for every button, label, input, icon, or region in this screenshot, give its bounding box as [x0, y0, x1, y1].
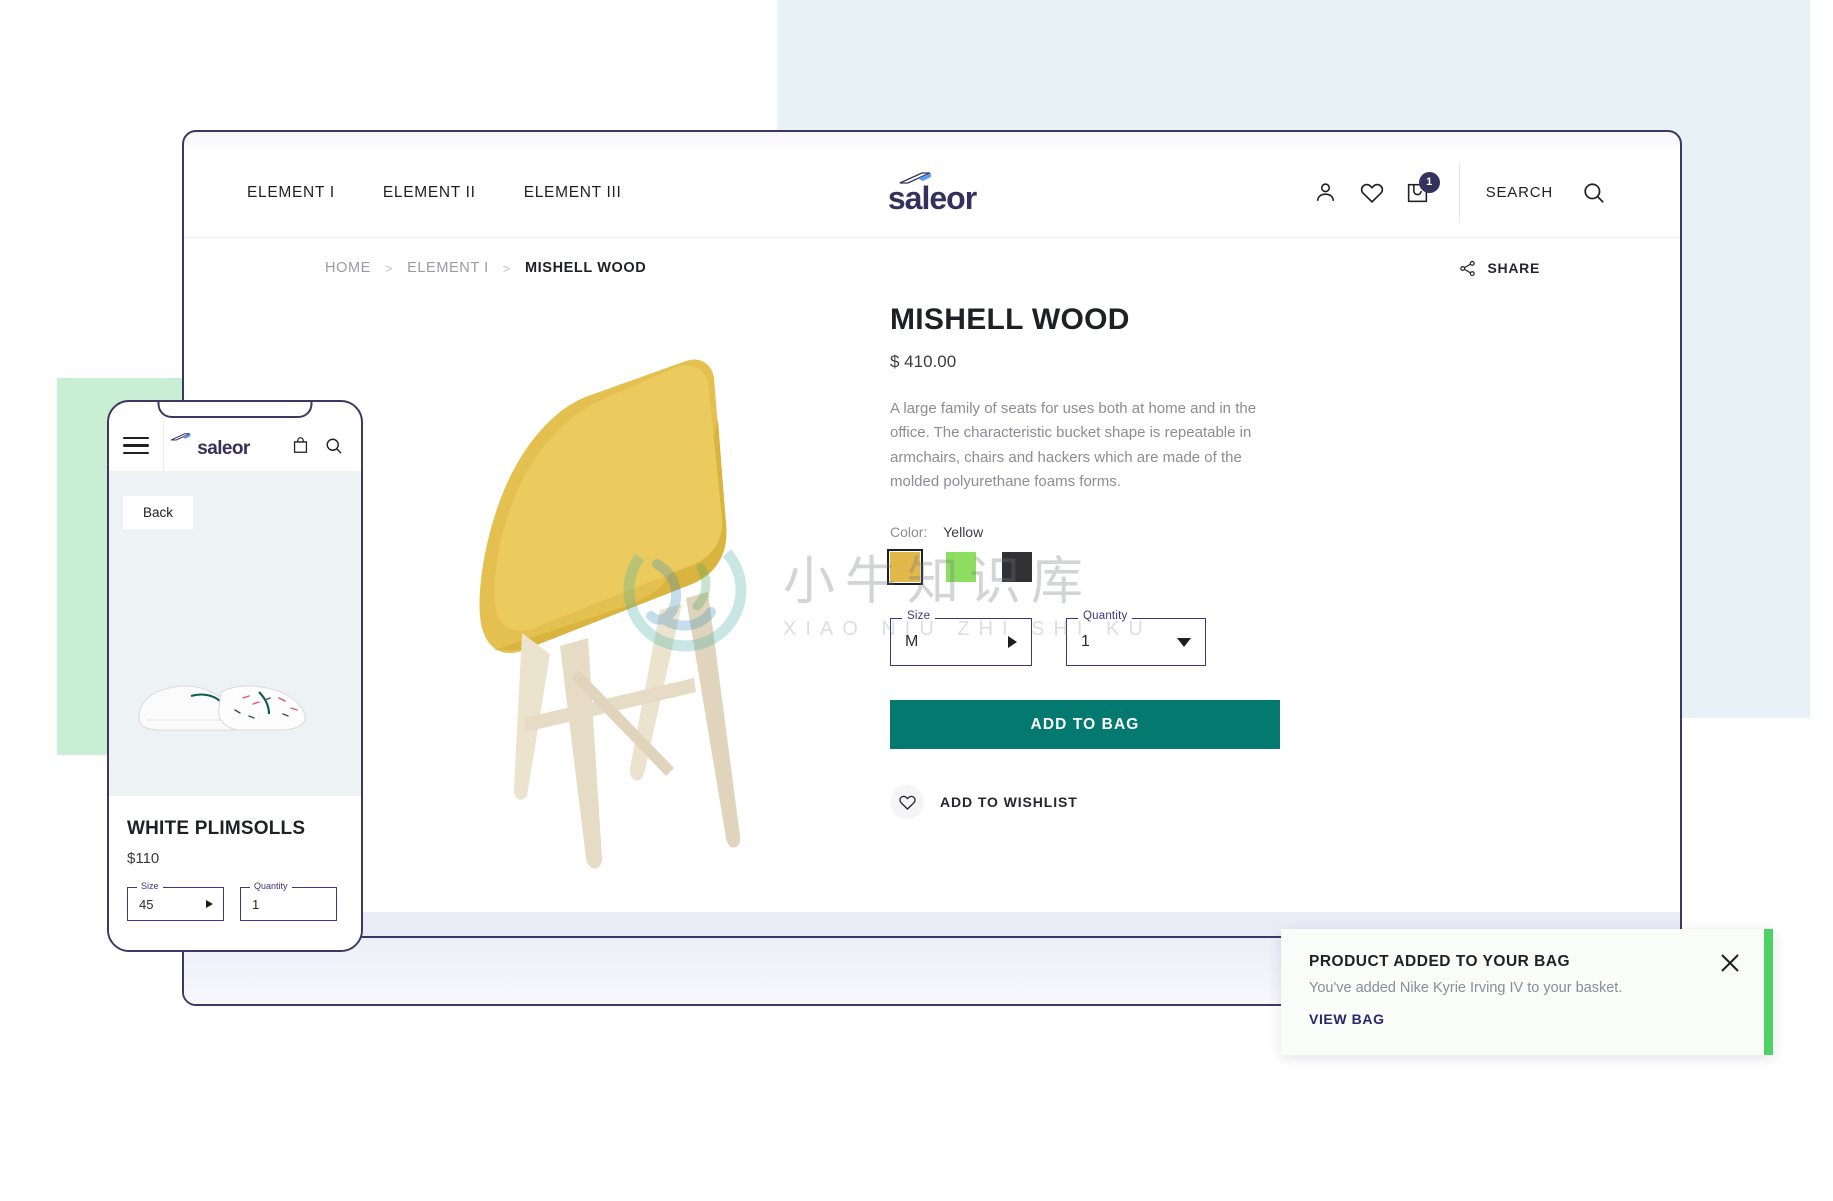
- caret-down-icon: [1177, 637, 1191, 647]
- breadcrumb-item-current: MISHELL WOOD: [525, 260, 647, 276]
- site-header: ELEMENT I ELEMENT II ELEMENT III saleor: [184, 148, 1680, 238]
- wishlist-icon-circle: [890, 785, 924, 820]
- main-navigation: ELEMENT I ELEMENT II ELEMENT III: [247, 184, 622, 202]
- close-icon: [1721, 954, 1739, 972]
- nav-item-element-2[interactable]: ELEMENT II: [383, 184, 476, 202]
- bag-button[interactable]: 1: [1395, 170, 1441, 216]
- color-swatch-dark[interactable]: [1002, 552, 1032, 583]
- mobile-quantity-select[interactable]: Quantity 1: [240, 881, 337, 921]
- phone-notch: [157, 402, 313, 418]
- toast-title: PRODUCT ADDED TO YOUR BAG: [1309, 953, 1571, 970]
- caret-right-icon: [1008, 636, 1017, 649]
- breadcrumb-item-element-1[interactable]: ELEMENT I: [407, 260, 489, 276]
- mobile-header: saleor: [109, 419, 361, 472]
- search-icon: [1584, 182, 1604, 203]
- color-label: Color:: [890, 524, 928, 541]
- search-icon: [326, 438, 342, 454]
- breadcrumb-item-home[interactable]: HOME: [325, 260, 371, 276]
- desktop-viewport: ELEMENT I ELEMENT II ELEMENT III saleor: [184, 148, 1680, 1004]
- header-actions: 1 SEARCH: [1303, 162, 1617, 223]
- mobile-logo[interactable]: saleor: [164, 433, 283, 458]
- variant-selectors: Size M Quantity 1: [890, 610, 1310, 667]
- color-swatch-green[interactable]: [946, 552, 976, 583]
- caret-right-icon: [206, 900, 213, 908]
- product-gallery-image[interactable]: [374, 298, 894, 938]
- view-bag-link[interactable]: VIEW BAG: [1309, 1011, 1385, 1027]
- saleor-parallelogram-mark-icon: [171, 433, 191, 441]
- mobile-product-title: WHITE PLIMSOLLS: [127, 818, 306, 839]
- size-select-value: M: [905, 633, 919, 651]
- header-divider: [1458, 162, 1460, 223]
- breadcrumb-row: HOME > ELEMENT I > MISHELL WOOD SHARE: [184, 238, 1680, 298]
- search-label[interactable]: SEARCH: [1486, 184, 1553, 201]
- wishlist-button[interactable]: [1349, 170, 1395, 216]
- toast-body: PRODUCT ADDED TO YOUR BAG You've added N…: [1281, 929, 1764, 1055]
- toast-message: You've added Nike Kyrie Irving IV to you…: [1309, 980, 1623, 996]
- size-select-label: Size: [902, 610, 936, 623]
- quantity-select-value: 1: [1081, 633, 1090, 651]
- nav-item-element-3[interactable]: ELEMENT III: [524, 184, 622, 202]
- toast-close-button[interactable]: [1718, 951, 1742, 975]
- desktop-browser-mockup: ELEMENT I ELEMENT II ELEMENT III saleor: [182, 130, 1682, 1006]
- nav-item-element-1[interactable]: ELEMENT I: [247, 184, 335, 202]
- add-to-wishlist-button[interactable]: ADD TO WISHLIST: [890, 785, 1310, 820]
- logo-wordmark: saleor: [197, 437, 250, 459]
- mobile-quantity-value: 1: [252, 896, 260, 912]
- mobile-product-price: $110: [127, 850, 160, 867]
- heart-icon: [1360, 183, 1383, 203]
- quantity-select-label: Quantity: [1078, 610, 1133, 623]
- logo-wordmark: saleor: [887, 179, 977, 216]
- quantity-select[interactable]: Quantity 1: [1066, 610, 1206, 667]
- mobile-phone-mockup: saleor Back WHITE PLIMSOLLS $110 Size 45…: [107, 400, 363, 952]
- breadcrumb-separator: >: [384, 260, 394, 276]
- yellow-chair-illustration: [479, 359, 741, 869]
- color-swatches: [887, 549, 1310, 586]
- product-price: $ 410.00: [890, 352, 957, 371]
- color-value: Yellow: [943, 524, 984, 541]
- breadcrumb-separator: >: [502, 260, 511, 276]
- shopping-bag-icon: [293, 437, 307, 453]
- hamburger-menu-icon[interactable]: [123, 432, 149, 459]
- user-icon: [1317, 183, 1335, 201]
- breadcrumb: HOME > ELEMENT I > MISHELL WOOD: [325, 260, 646, 276]
- bag-count-badge: 1: [1418, 171, 1440, 193]
- add-to-bag-button[interactable]: ADD TO BAG: [890, 700, 1280, 750]
- product-title: MISHELL WOOD: [890, 303, 1130, 336]
- toast-accent-bar: [1764, 929, 1773, 1055]
- share-label: SHARE: [1487, 260, 1540, 276]
- color-row: Color: Yellow: [890, 524, 1310, 540]
- size-select[interactable]: Size M: [890, 610, 1032, 667]
- search-button[interactable]: [1571, 170, 1617, 216]
- mobile-gallery: Back: [109, 472, 361, 827]
- color-swatch-yellow[interactable]: [887, 549, 923, 586]
- back-button[interactable]: Back: [123, 496, 194, 529]
- heart-icon: [898, 795, 916, 810]
- add-to-wishlist-label: ADD TO WISHLIST: [940, 794, 1078, 811]
- mobile-bag-button[interactable]: [283, 436, 317, 455]
- screenshot-root: ELEMENT I ELEMENT II ELEMENT III saleor: [0, 0, 1833, 1201]
- white-plimsolls-illustration: [138, 685, 306, 731]
- mobile-size-label: Size: [137, 881, 163, 891]
- mobile-variant-selectors: Size 45 Quantity 1: [127, 881, 361, 921]
- share-nodes-icon: [1460, 260, 1476, 276]
- share-button[interactable]: SHARE: [1458, 259, 1540, 278]
- site-logo[interactable]: saleor: [887, 172, 977, 216]
- account-button[interactable]: [1303, 170, 1349, 216]
- product-info-panel: MISHELL WOOD $ 410.00 A large family of …: [887, 303, 1310, 820]
- product-description: A large family of seats for uses both at…: [890, 400, 1257, 490]
- mobile-product-info: WHITE PLIMSOLLS $110 Size 45 Quantity 1: [109, 796, 361, 950]
- mobile-search-button[interactable]: [317, 436, 351, 456]
- mobile-size-value: 45: [139, 896, 154, 912]
- mobile-quantity-label: Quantity: [250, 881, 292, 891]
- toast-notification: PRODUCT ADDED TO YOUR BAG You've added N…: [1281, 929, 1773, 1055]
- mobile-size-select[interactable]: Size 45: [127, 881, 224, 921]
